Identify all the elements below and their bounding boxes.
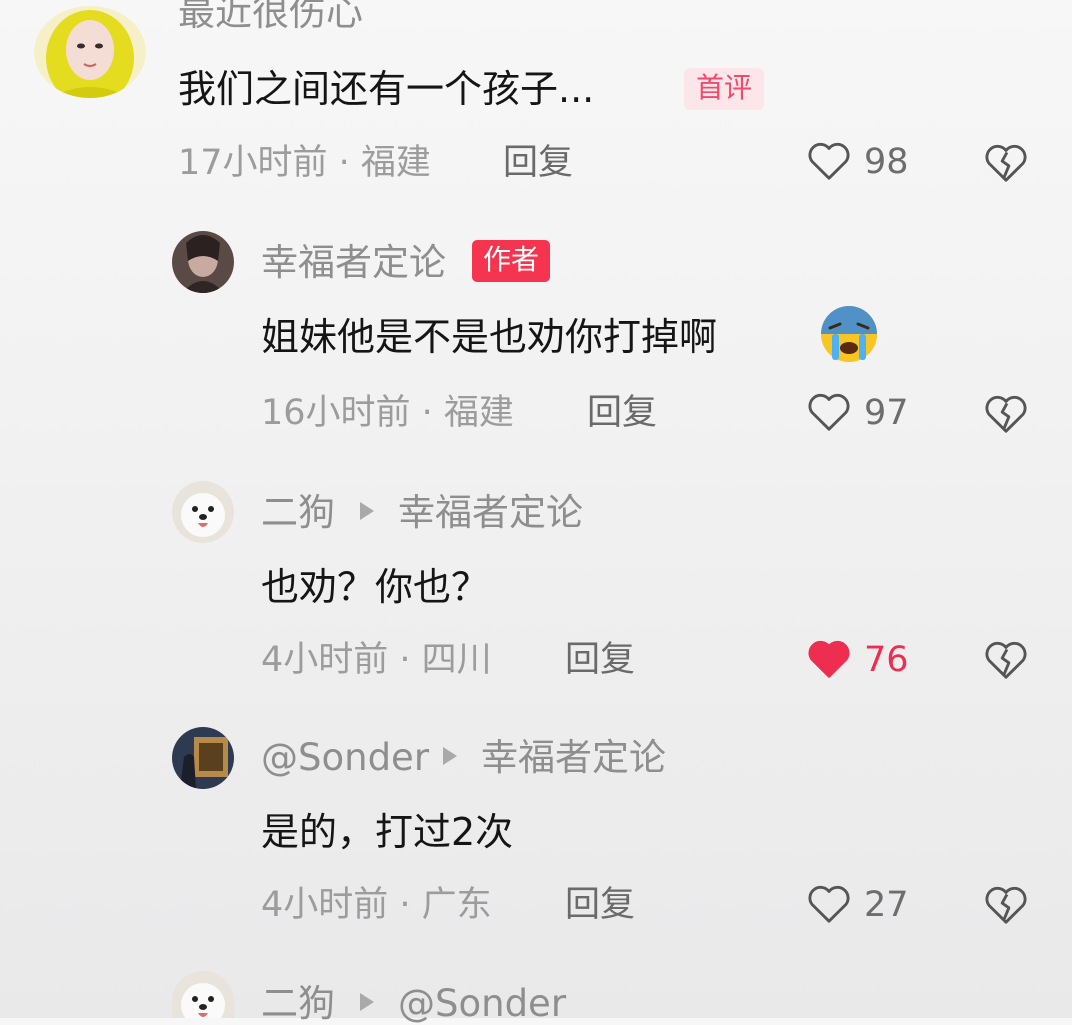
broken-heart-icon[interactable] [983,882,1029,930]
heart-outline-icon [806,138,852,186]
like-button[interactable]: 98 [806,138,909,186]
comment-meta: 4小时前 · 广东 [261,885,492,925]
author-badge: 作者 [472,240,551,282]
avatar[interactable] [172,481,234,543]
avatar[interactable] [172,727,234,789]
crying-face-emoji [818,304,880,368]
broken-heart-icon[interactable] [983,391,1029,439]
reply-to-username[interactable]: @Sonder [398,985,566,1022]
like-button[interactable]: 27 [806,881,909,929]
like-button[interactable]: 76 [806,636,909,684]
avatar[interactable] [172,231,234,293]
comment-meta: 4小时前 · 四川 [261,640,492,680]
like-button[interactable]: 97 [806,389,909,437]
reply-button[interactable]: 回复 [565,888,635,923]
heart-outline-icon [806,881,852,929]
reply-to-username[interactable]: 幸福者定论 [481,739,666,776]
reply-button[interactable]: 回复 [503,146,573,181]
comment-text: 也劝？你也？ [261,565,490,609]
username[interactable]: 幸福者定论 [261,244,446,281]
reply-button[interactable]: 回复 [587,396,657,431]
like-count: 97 [864,392,909,433]
triangle-right-icon [360,993,374,1011]
heart-filled-icon [806,636,852,684]
username[interactable]: 二狗 [261,985,335,1022]
broken-heart-icon[interactable] [983,637,1029,685]
comment-meta: 16小时前 · 福建 [261,393,514,433]
first-comment-badge: 首评 [684,68,765,110]
avatar[interactable] [172,971,234,1018]
reply-button[interactable]: 回复 [565,643,635,678]
comment-text: 是的，打过2次 [261,810,514,854]
like-count: 98 [864,141,909,182]
username[interactable]: 最近很伤心 [178,0,363,31]
comment-text: 姐妹他是不是也劝你打掉啊 [261,315,718,359]
reply-to-username[interactable]: 幸福者定论 [398,494,583,531]
triangle-right-icon [360,502,374,520]
comment-meta: 17小时前 · 福建 [178,143,431,183]
heart-outline-icon [806,389,852,437]
username[interactable]: @Sonder [261,739,429,776]
username[interactable]: 二狗 [261,494,335,531]
like-count: 76 [864,639,909,680]
comment-text: 我们之间还有一个孩子... [178,67,595,111]
triangle-right-icon [443,747,457,765]
avatar[interactable] [34,6,146,98]
like-count: 27 [864,884,909,925]
broken-heart-icon[interactable] [983,140,1029,188]
